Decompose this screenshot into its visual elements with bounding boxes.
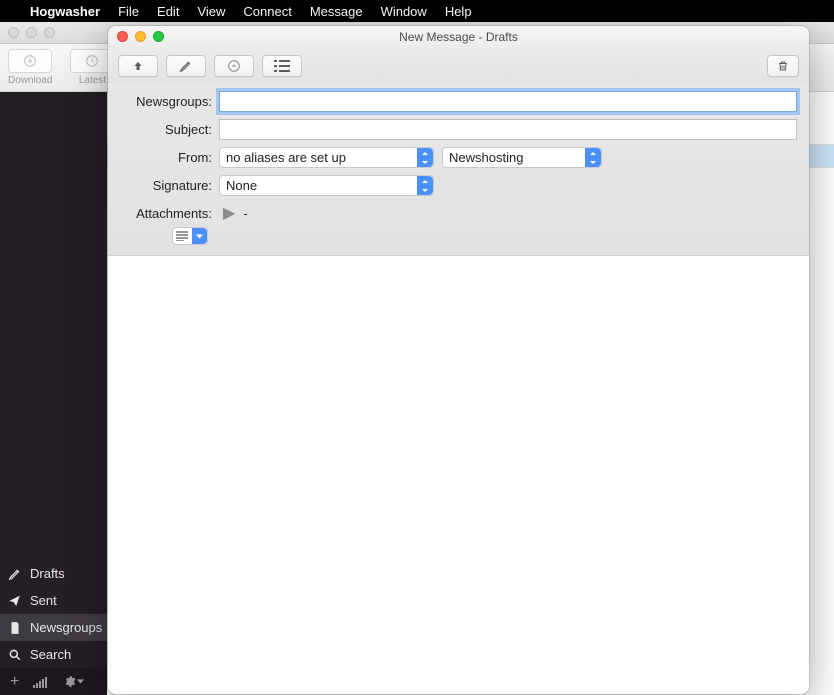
minimize-button[interactable] (135, 31, 146, 42)
window-title: New Message - Drafts (399, 30, 518, 44)
server-select[interactable]: Newshosting (442, 147, 602, 168)
download-button[interactable]: Download (8, 49, 52, 86)
pencil-icon (8, 567, 22, 581)
signature-select-value: None (226, 178, 257, 193)
latest-label: Latest (79, 75, 106, 86)
up-circle-button[interactable] (214, 55, 254, 77)
attachments-summary: - (243, 206, 247, 221)
list-view-button[interactable] (262, 55, 302, 77)
chevron-updown-icon (585, 148, 601, 167)
compose-header-form: Newsgroups: Subject: From: no aliases ar… (108, 83, 809, 256)
from-select-value: no aliases are set up (226, 150, 346, 165)
subject-label: Subject: (120, 122, 212, 137)
system-menubar: Hogwasher File Edit View Connect Message… (0, 0, 834, 22)
traffic-light-close-inactive[interactable] (8, 27, 19, 38)
signature-label: Signature: (120, 178, 212, 193)
message-body-editor[interactable] (108, 256, 809, 690)
sidebar-item-newsgroups[interactable]: Newsgroups (0, 614, 107, 641)
justify-icon (173, 228, 192, 244)
gear-icon[interactable] (63, 675, 84, 688)
signature-select[interactable]: None (219, 175, 434, 196)
add-icon[interactable]: + (10, 673, 19, 691)
menu-help[interactable]: Help (445, 4, 472, 19)
subject-input[interactable] (219, 119, 797, 140)
close-button[interactable] (117, 31, 128, 42)
sidebar-item-label: Sent (30, 593, 57, 608)
sidebar-item-label: Search (30, 647, 71, 662)
server-select-value: Newshosting (449, 150, 523, 165)
menu-view[interactable]: View (197, 4, 225, 19)
zoom-button[interactable] (153, 31, 164, 42)
format-toggle[interactable] (172, 227, 208, 245)
from-label: From: (120, 150, 212, 165)
send-icon (8, 594, 22, 608)
chevron-updown-icon (417, 176, 433, 195)
attachments-label: Attachments: (120, 206, 212, 221)
newsgroups-input[interactable] (219, 91, 797, 112)
traffic-light-min-inactive[interactable] (26, 27, 37, 38)
sidebar-footer: + (0, 668, 107, 695)
sidebar: Drafts Sent Newsgroups Search + (0, 92, 107, 695)
newsgroups-label: Newsgroups: (120, 94, 212, 109)
trash-button[interactable] (767, 55, 799, 77)
menu-edit[interactable]: Edit (157, 4, 179, 19)
menu-window[interactable]: Window (381, 4, 427, 19)
compose-window: New Message - Drafts Newsgroups: Subject… (108, 26, 809, 694)
chevron-updown-icon (417, 148, 433, 167)
compose-titlebar[interactable]: New Message - Drafts (108, 26, 809, 48)
compose-toolbar (108, 48, 809, 83)
file-icon (8, 621, 22, 635)
sidebar-item-search[interactable]: Search (0, 641, 107, 668)
app-name[interactable]: Hogwasher (30, 4, 100, 19)
send-button[interactable] (118, 55, 158, 77)
activity-icon[interactable] (33, 676, 49, 688)
disclosure-triangle-icon[interactable]: ▶ (223, 203, 235, 223)
chevron-down-icon (192, 228, 207, 244)
from-select[interactable]: no aliases are set up (219, 147, 434, 168)
sidebar-item-label: Drafts (30, 566, 65, 581)
sidebar-item-label: Newsgroups (30, 620, 102, 635)
traffic-light-max-inactive[interactable] (44, 27, 55, 38)
search-icon (8, 648, 22, 662)
menu-message[interactable]: Message (310, 4, 363, 19)
download-label: Download (8, 75, 52, 86)
menu-file[interactable]: File (118, 4, 139, 19)
sidebar-item-drafts[interactable]: Drafts (0, 560, 107, 587)
edit-button[interactable] (166, 55, 206, 77)
menu-connect[interactable]: Connect (243, 4, 291, 19)
sidebar-item-sent[interactable]: Sent (0, 587, 107, 614)
